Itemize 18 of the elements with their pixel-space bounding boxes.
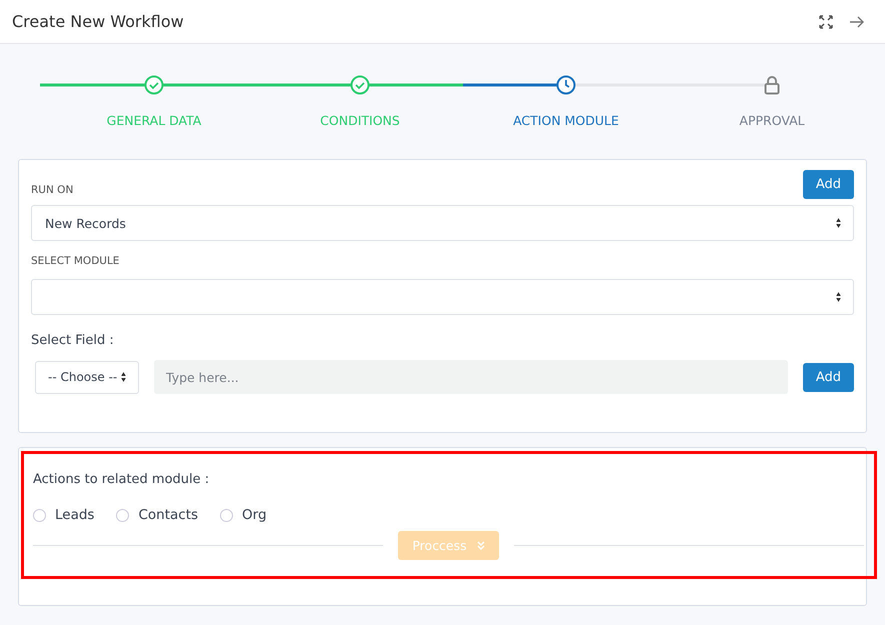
field-label: Select Field : <box>31 332 115 350</box>
input-field[interactable]: Type here... <box>154 360 788 394</box>
choose-select[interactable]: -- Choose -- <box>35 360 139 394</box>
field-label: SELECT MODULE <box>31 254 120 269</box>
add-button[interactable]: Add <box>802 362 854 392</box>
arrow-right-icon[interactable] <box>849 16 865 28</box>
double-chevron-icon <box>476 541 485 550</box>
radio-option[interactable]: Contacts <box>116 507 198 523</box>
section-label: Actions to related module : <box>33 471 210 489</box>
add-button[interactable]: Add <box>802 170 854 199</box>
radio-option[interactable]: Leads <box>33 507 94 523</box>
expand-icon[interactable] <box>819 14 833 28</box>
field-label: RUN ON <box>31 182 74 196</box>
step-label[interactable]: APPROVAL <box>739 113 805 128</box>
run-on-select[interactable]: New Records <box>31 205 854 241</box>
window-title: Create New Workflow <box>12 12 184 31</box>
radio-option[interactable]: Org <box>220 507 267 523</box>
step-label[interactable]: ACTION MODULE <box>513 113 619 128</box>
